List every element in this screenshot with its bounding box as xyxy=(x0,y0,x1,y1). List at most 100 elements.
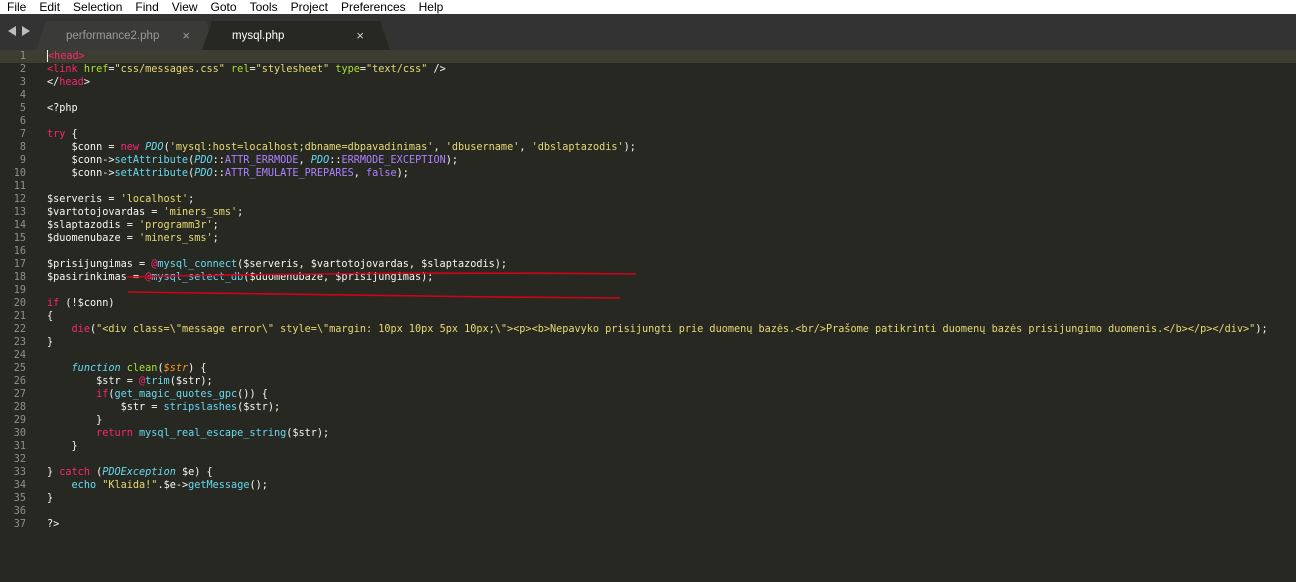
code-text: $vartotojovardas = 'miners_sms'; xyxy=(47,206,243,219)
menu-item-help[interactable]: Help xyxy=(412,0,450,14)
code-token: </ xyxy=(47,77,60,88)
code-line: 3 </head> xyxy=(0,76,1296,89)
code-token: } xyxy=(47,337,54,348)
line-number: 37 xyxy=(13,519,26,530)
code-token: rel xyxy=(231,64,250,75)
code-token: /> xyxy=(427,64,446,75)
code-line: 13 $vartotojovardas = 'miners_sms'; xyxy=(0,206,1296,219)
code-text: return mysql_real_escape_string($str); xyxy=(47,427,329,440)
tab-right-arrow-icon[interactable] xyxy=(22,26,30,36)
line-number: 11 xyxy=(13,181,26,192)
close-icon[interactable]: × xyxy=(356,28,364,43)
code-token: "<div class=\"message error\" style=\"ma… xyxy=(96,324,1256,335)
line-number: 7 xyxy=(19,129,26,140)
code-token: new xyxy=(120,142,140,153)
code-token: ()) { xyxy=(237,389,268,400)
line-number: 31 xyxy=(13,441,26,452)
code-token: 'dbslaptazodis' xyxy=(531,142,624,153)
tab-left-arrow-icon[interactable] xyxy=(8,26,16,36)
code-token: > xyxy=(83,77,90,88)
menu-item-goto[interactable]: Goto xyxy=(204,0,243,14)
code-token: mysql_connect xyxy=(157,259,238,270)
code-token: href xyxy=(83,64,109,75)
code-token: , xyxy=(353,168,366,179)
code-text: <head> xyxy=(47,50,85,63)
code-token: $vartotojovardas = xyxy=(47,207,164,218)
code-token: try xyxy=(47,129,66,140)
code-line: 25 function clean($str) { xyxy=(0,362,1296,375)
code-line: 7 try { xyxy=(0,128,1296,141)
code-token: } xyxy=(47,441,78,452)
code-token: 'miners_sms' xyxy=(139,233,213,244)
tab-label: mysql.php xyxy=(232,29,285,42)
code-text: <link href="css/messages.css" rel="style… xyxy=(47,63,446,76)
tab-label: performance2.php xyxy=(66,29,160,42)
line-number: 17 xyxy=(13,259,26,270)
code-token: ; xyxy=(188,194,195,205)
code-token: (!$conn) xyxy=(59,298,115,309)
code-text: function clean($str) { xyxy=(47,362,207,375)
menu-item-tools[interactable]: Tools xyxy=(243,0,284,14)
menu-bar: File Edit Selection Find View Goto Tools Projec… xyxy=(0,0,1296,14)
code-token: $str xyxy=(163,363,189,374)
code-token: ATTR_ERRMODE xyxy=(224,155,299,166)
code-token: ($duomenubaze, $prisijungimas); xyxy=(243,272,434,283)
code-token: $conn-> xyxy=(47,168,115,179)
code-editor[interactable]: 1 <head> 2 <link href="css/messages.css" re… xyxy=(0,50,1296,531)
code-token: 'dbusername' xyxy=(445,142,520,153)
code-token: ($str); xyxy=(169,376,213,387)
code-token: ) { xyxy=(188,363,207,374)
menu-item-view[interactable]: View xyxy=(165,0,204,14)
code-token: return xyxy=(96,428,133,439)
code-line: 16 xyxy=(0,245,1296,258)
code-token: "stylesheet" xyxy=(255,64,330,75)
line-number: 34 xyxy=(13,480,26,491)
line-number: 19 xyxy=(13,285,26,296)
code-line: 36 xyxy=(0,505,1296,518)
line-number: 4 xyxy=(19,90,26,101)
code-line: 37 ?> xyxy=(0,518,1296,531)
menu-item-project[interactable]: Project xyxy=(284,0,334,14)
line-number: 24 xyxy=(13,350,26,361)
code-token: (); xyxy=(249,480,268,491)
code-token: <link xyxy=(47,64,84,75)
close-icon[interactable]: × xyxy=(182,28,190,43)
line-number: 27 xyxy=(13,389,26,400)
code-token: :: xyxy=(212,155,225,166)
code-text: } xyxy=(47,492,53,505)
code-text: } xyxy=(47,414,102,427)
code-token: PDO xyxy=(145,142,164,153)
line-number: 5 xyxy=(19,103,26,114)
code-text: die("<div class=\"message error\" style=… xyxy=(47,323,1268,336)
code-token: ATTR_EMULATE_PREPARES xyxy=(224,168,354,179)
code-token: "Klaida!" xyxy=(102,480,158,491)
code-token: $pasirinkimas = xyxy=(47,272,146,283)
code-token: , xyxy=(298,155,311,166)
code-token: $e-> xyxy=(163,480,189,491)
code-token: get_magic_quotes_gpc xyxy=(114,389,238,400)
line-number: 36 xyxy=(13,506,26,517)
line-number: 16 xyxy=(13,246,26,257)
line-number: 3 xyxy=(19,77,26,88)
menu-item-edit[interactable]: Edit xyxy=(32,0,66,14)
code-text: <?php xyxy=(47,102,78,115)
code-token: { xyxy=(65,129,78,140)
tab-performance2[interactable]: performance2.php × xyxy=(36,21,216,50)
menu-item-file[interactable]: File xyxy=(0,0,32,14)
code-line: 9 $conn->setAttribute(PDO::ATTR_ERRMODE,… xyxy=(0,154,1296,167)
code-token: $str = xyxy=(47,402,164,413)
line-number: 13 xyxy=(13,207,26,218)
code-token: echo xyxy=(71,480,97,491)
code-token: PDOException xyxy=(102,467,176,478)
code-token: :: xyxy=(329,155,342,166)
line-number: 30 xyxy=(13,428,26,439)
menu-item-preferences[interactable]: Preferences xyxy=(334,0,412,14)
code-token: ; xyxy=(212,233,219,244)
menu-item-find[interactable]: Find xyxy=(128,0,164,14)
menu-item-selection[interactable]: Selection xyxy=(66,0,128,14)
line-number: 10 xyxy=(13,168,26,179)
code-line: 34 echo "Klaida!".$e->getMessage(); xyxy=(0,479,1296,492)
code-token: head xyxy=(59,77,84,88)
tab-mysql[interactable]: mysql.php × xyxy=(202,21,390,50)
